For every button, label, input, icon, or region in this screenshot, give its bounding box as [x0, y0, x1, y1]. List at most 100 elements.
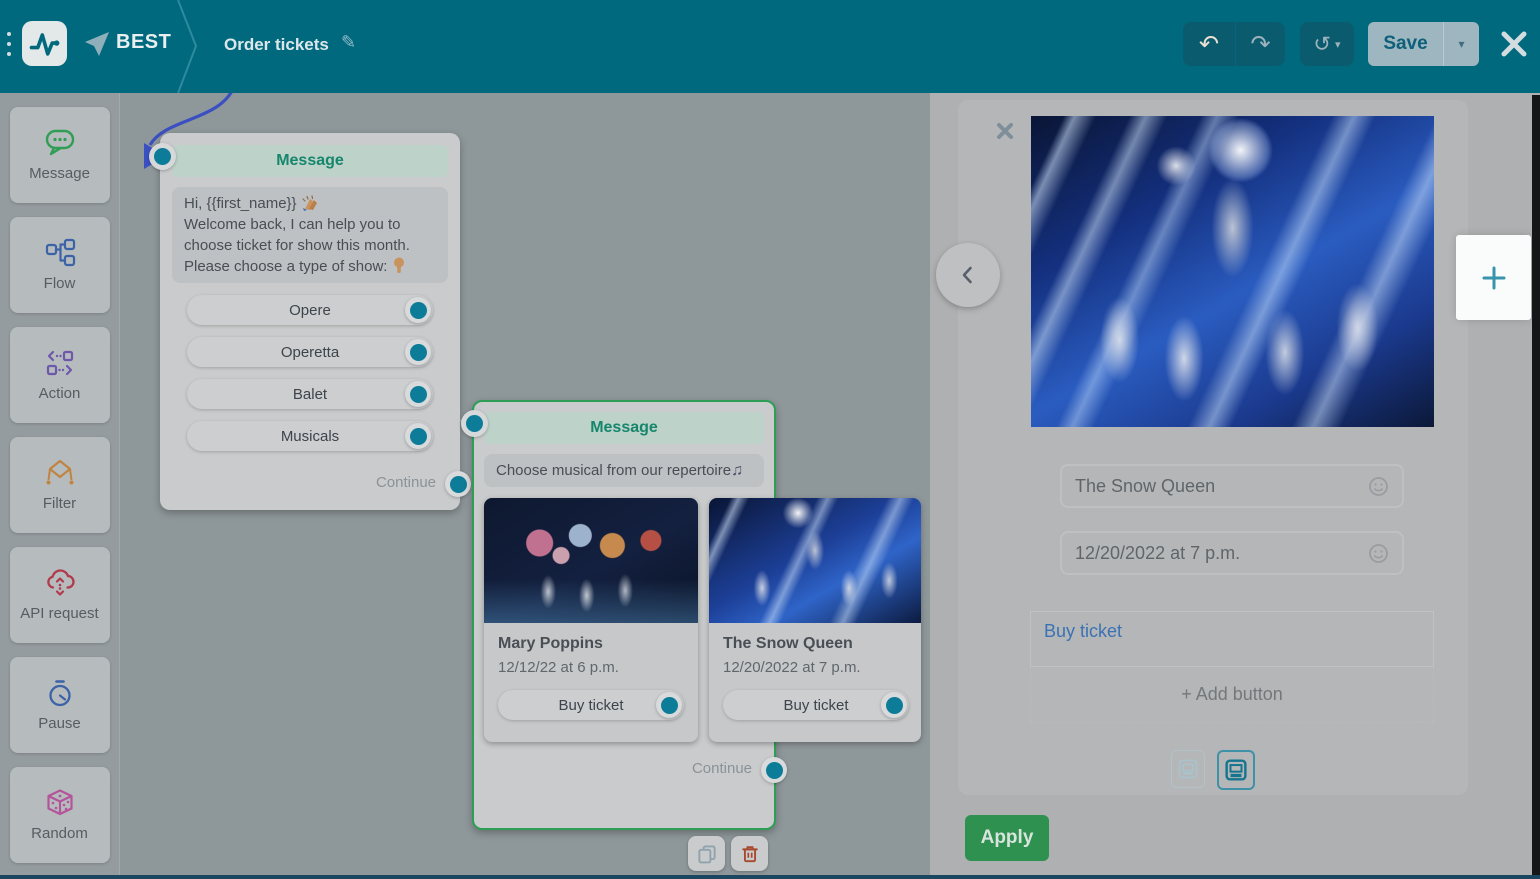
continue-label: Continue	[376, 474, 436, 491]
edit-title-icon[interactable]: ✎	[341, 32, 356, 53]
continue-row: Continue	[484, 757, 764, 783]
quick-reply-button[interactable]: Operetta	[187, 337, 433, 367]
sidebar-item-flow[interactable]: Flow	[10, 217, 110, 313]
continue-output-port[interactable]	[445, 471, 471, 497]
card-button[interactable]: Buy ticket	[723, 690, 909, 720]
save-dropdown-caret[interactable]: ▾	[1443, 22, 1479, 66]
quick-reply-button[interactable]: Musicals	[187, 421, 433, 451]
message-text-bubble[interactable]: Choose musical from our repertoire♫	[484, 454, 764, 487]
card-subtitle-input[interactable]	[1075, 543, 1360, 564]
output-port[interactable]	[881, 692, 907, 718]
input-port[interactable]	[461, 410, 488, 437]
output-port[interactable]	[656, 692, 682, 718]
scrollbar-track[interactable]	[1532, 95, 1540, 875]
sidebar-item-message[interactable]: Message	[10, 107, 110, 203]
duplicate-node-button[interactable]	[688, 836, 725, 871]
message-node-2-selected[interactable]: Message Choose musical from our repertoi…	[472, 400, 776, 830]
history-button[interactable]: ↺▾	[1300, 22, 1354, 66]
sidebar-item-label: Filter	[43, 495, 76, 512]
sidebar-item-label: Pause	[38, 715, 81, 732]
card-layout-icon	[1225, 759, 1247, 781]
layout-toggle-large-active[interactable]	[1217, 750, 1255, 790]
card-title: Mary Poppins	[498, 635, 684, 653]
node-title: Message	[484, 412, 764, 444]
apply-button[interactable]: Apply	[965, 815, 1049, 861]
pulse-icon	[27, 26, 63, 62]
pause-icon	[43, 678, 77, 708]
flow-icon	[43, 238, 77, 268]
chevron-left-icon	[956, 263, 980, 287]
sidebar-item-label: Message	[29, 165, 90, 182]
card-title-field	[1060, 464, 1404, 508]
sidebar-item-filter[interactable]: Filter	[10, 437, 110, 533]
output-port[interactable]	[405, 423, 431, 449]
undo-button[interactable]: ↶	[1183, 22, 1235, 66]
sidebar-item-action[interactable]: Action	[10, 327, 110, 423]
card-image-preview[interactable]	[1031, 116, 1434, 427]
filter-icon	[43, 458, 77, 488]
card-title-input[interactable]	[1075, 476, 1360, 497]
delete-node-button[interactable]	[731, 836, 768, 871]
random-dice-icon	[43, 788, 77, 818]
api-request-icon	[43, 568, 77, 598]
card-title: The Snow Queen	[723, 635, 907, 653]
redo-button[interactable]: ↷	[1236, 22, 1285, 66]
trash-icon	[739, 843, 761, 865]
carousel-prev-button[interactable]	[936, 243, 1000, 307]
card-button[interactable]: Buy ticket	[498, 690, 684, 720]
chatbot-flow-editor: BEST Order tickets ✎ ↶ ↷ ↺▾ Save ▾ Messa…	[0, 0, 1540, 879]
continue-output-port[interactable]	[761, 757, 787, 783]
copy-icon	[696, 843, 718, 865]
save-button[interactable]: Save	[1368, 22, 1443, 66]
menu-dots-icon[interactable]	[7, 32, 11, 56]
chevron-down-icon: ▾	[1335, 38, 1341, 51]
clap-emoji-icon	[301, 195, 319, 211]
continue-row: Continue	[172, 471, 448, 497]
continue-label: Continue	[692, 760, 752, 777]
sidebar-item-random[interactable]: Random	[10, 767, 110, 863]
card-image-mary-poppins	[484, 498, 698, 623]
layout-toggle-small[interactable]	[1171, 750, 1205, 788]
sidebar-item-pause[interactable]: Pause	[10, 657, 110, 753]
output-port[interactable]	[405, 297, 431, 323]
card-image-snow-queen	[709, 498, 921, 623]
message-node-1[interactable]: Message Hi, {{first_name}} Welcome back,…	[160, 133, 460, 510]
message-text-bubble[interactable]: Hi, {{first_name}} Welcome back, I can h…	[172, 187, 448, 283]
add-button-button[interactable]: + Add button	[1030, 667, 1434, 723]
input-port[interactable]	[149, 143, 176, 170]
history-icon: ↺	[1313, 32, 1331, 57]
point-down-emoji-icon	[392, 257, 406, 274]
app-logo[interactable]	[22, 21, 67, 66]
quick-reply-button[interactable]: Opere	[187, 295, 433, 325]
card-editor: Buy ticket + Add button	[958, 100, 1468, 795]
emoji-picker-button[interactable]	[1368, 543, 1389, 564]
card-button-editor[interactable]: Buy ticket	[1030, 611, 1434, 667]
close-editor-icon[interactable]	[1499, 29, 1529, 59]
output-port[interactable]	[405, 339, 431, 365]
bot-name: BEST	[116, 31, 171, 54]
music-note-emoji-icon: ♫	[731, 462, 743, 479]
sidebar-item-label: Flow	[44, 275, 76, 292]
output-port[interactable]	[405, 381, 431, 407]
action-icon	[43, 348, 77, 378]
carousel-card[interactable]: The Snow Queen 12/20/2022 at 7 p.m. Buy …	[709, 498, 921, 742]
sidebar-item-api-request[interactable]: API request	[10, 547, 110, 643]
emoji-picker-button[interactable]	[1368, 476, 1389, 497]
smiley-icon	[1368, 476, 1389, 497]
card-subtitle: 12/20/2022 at 7 p.m.	[723, 659, 907, 676]
remove-card-icon[interactable]	[996, 122, 1014, 140]
carousel-card[interactable]: Mary Poppins 12/12/22 at 6 p.m. Buy tick…	[484, 498, 698, 742]
message-icon	[43, 128, 77, 158]
add-card-button[interactable]	[1456, 235, 1531, 320]
node-title: Message	[172, 145, 448, 177]
quick-reply-button[interactable]: Balet	[187, 379, 433, 409]
telegram-plane-icon	[84, 31, 110, 57]
flow-canvas[interactable]: Message Hi, {{first_name}} Welcome back,…	[120, 93, 930, 875]
header-separator	[176, 0, 200, 93]
card-editor-panel: Buy ticket + Add button	[930, 93, 1540, 875]
bottom-edge-strip	[0, 875, 1540, 879]
plus-icon	[1481, 265, 1507, 291]
node-toolbar	[688, 836, 768, 871]
card-subtitle: 12/12/22 at 6 p.m.	[498, 659, 684, 676]
flow-title: Order tickets	[224, 35, 329, 55]
